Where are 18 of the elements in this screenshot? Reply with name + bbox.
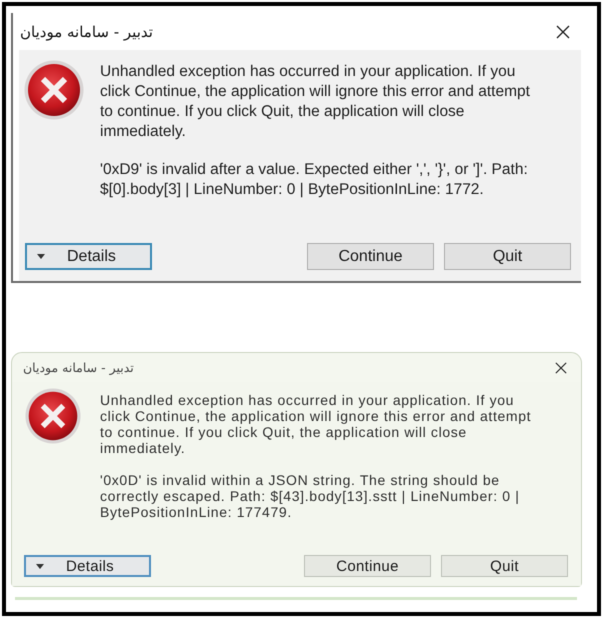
action-button[interactable]: Quit: [441, 555, 568, 577]
window-title: تدبیر - سامانه مودیان: [23, 360, 134, 375]
error-icon: [24, 60, 84, 120]
error-icon: [25, 388, 81, 444]
details-button[interactable]: Details: [24, 555, 151, 577]
close-icon[interactable]: [555, 362, 567, 374]
message-text: Unhandled exception has occurred in your application. If you click Continue, the application will ignore this error and attempt to continue. If you click Quit, the application will close immediately.: [100, 62, 531, 142]
error-detail-text: '0xD9' is invalid after a value. Expected either ',', '}', or ']'. Path: $[0].body[3] | LineNumber: 0 | BytePositionInLine: 1772.: [100, 160, 529, 200]
action-button[interactable]: Continue: [307, 243, 434, 270]
action-button[interactable]: Continue: [304, 555, 431, 577]
message-text: Unhandled exception has occurred in your application. If you click Continue, the application will ignore this error and attempt to continue. If you click Quit, the application will close immediately.: [100, 392, 532, 456]
caret-icon: [36, 564, 44, 568]
window-title: تدبیر - سامانه مودیان: [20, 22, 153, 40]
error-detail-text: '0x0D' is invalid within a JSON string. The string should be correctly escaped. Path: $[43].body[13].sstt | LineNumber: 0 | BytePositionInLine: 177479.: [100, 472, 521, 520]
action-button[interactable]: Quit: [444, 243, 571, 270]
caret-icon: [37, 254, 45, 259]
details-button[interactable]: Details: [25, 243, 152, 270]
close-icon[interactable]: [556, 24, 570, 38]
